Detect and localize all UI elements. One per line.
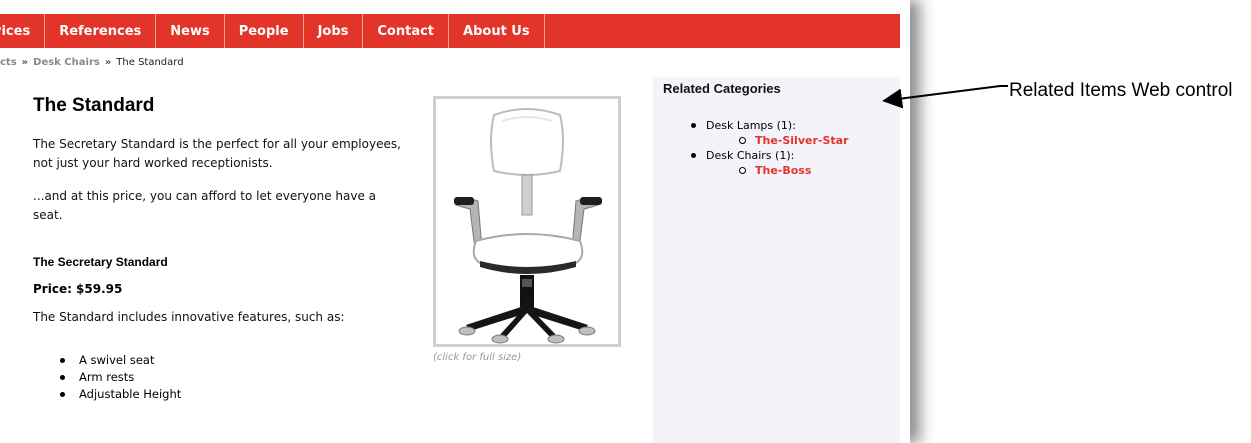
annotation-label: Related Items Web control	[1009, 80, 1233, 101]
list-item: Desk Chairs (1): The-Boss	[690, 148, 848, 178]
category-label: Desk Lamps (1):	[706, 119, 796, 132]
related-item-link-the-boss[interactable]: The-Boss	[755, 164, 811, 177]
list-item: Arm rests	[60, 369, 181, 386]
related-item-link-silver-star[interactable]: The-Silver-Star	[755, 134, 848, 147]
breadcrumb-separator: »	[21, 57, 29, 68]
features-intro: The Standard includes innovative feature…	[33, 310, 345, 324]
category-label: Desk Chairs (1):	[706, 149, 795, 162]
list-item: Adjustable Height	[60, 386, 181, 403]
nav-item-contact[interactable]: Contact	[363, 14, 450, 48]
nav-item-news[interactable]: News	[156, 14, 225, 48]
nav-item-people[interactable]: People	[225, 14, 304, 48]
related-categories-panel: Related Categories Desk Lamps (1): The-S…	[653, 77, 900, 443]
product-name: The Secretary Standard	[33, 255, 168, 269]
nav-item-services[interactable]: vices	[0, 14, 46, 48]
list-item: A swivel seat	[60, 352, 181, 369]
related-items-list: The-Boss	[739, 163, 848, 178]
product-price: Price: $59.95	[33, 282, 123, 296]
product-image-link[interactable]	[433, 96, 621, 347]
related-items-list: The-Silver-Star	[739, 133, 848, 148]
breadcrumb-current: The Standard	[116, 57, 184, 68]
breadcrumb-separator: »	[104, 57, 112, 68]
image-caption: (click for full size)	[433, 352, 522, 363]
main-nav: vices References News People Jobs Contac…	[0, 14, 900, 48]
web-page: vices References News People Jobs Contac…	[0, 0, 900, 443]
list-item: Desk Lamps (1): The-Silver-Star	[690, 118, 848, 148]
desk-chair-image	[454, 108, 602, 344]
nav-item-jobs[interactable]: Jobs	[304, 14, 364, 48]
nav-item-references[interactable]: References	[45, 14, 157, 48]
product-description-price-note: ...and at this price, you can afford to …	[33, 189, 377, 222]
breadcrumb-link-products[interactable]: cts	[0, 57, 17, 68]
breadcrumb: cts » Desk Chairs » The Standard	[0, 57, 184, 68]
features-list: A swivel seat Arm rests Adjustable Heigh…	[60, 352, 181, 403]
product-description: The Secretary Standard is the perfect fo…	[33, 137, 401, 170]
breadcrumb-link-desk-chairs[interactable]: Desk Chairs	[33, 57, 100, 68]
list-item: The-Boss	[739, 163, 848, 178]
list-item: The-Silver-Star	[739, 133, 848, 148]
nav-item-about-us[interactable]: About Us	[449, 14, 545, 48]
sidebar-title: Related Categories	[663, 81, 781, 96]
annotation-arrow-icon	[882, 85, 1008, 109]
page-title: The Standard	[33, 95, 155, 116]
related-categories-list: Desk Lamps (1): The-Silver-Star Desk Cha…	[690, 118, 848, 178]
